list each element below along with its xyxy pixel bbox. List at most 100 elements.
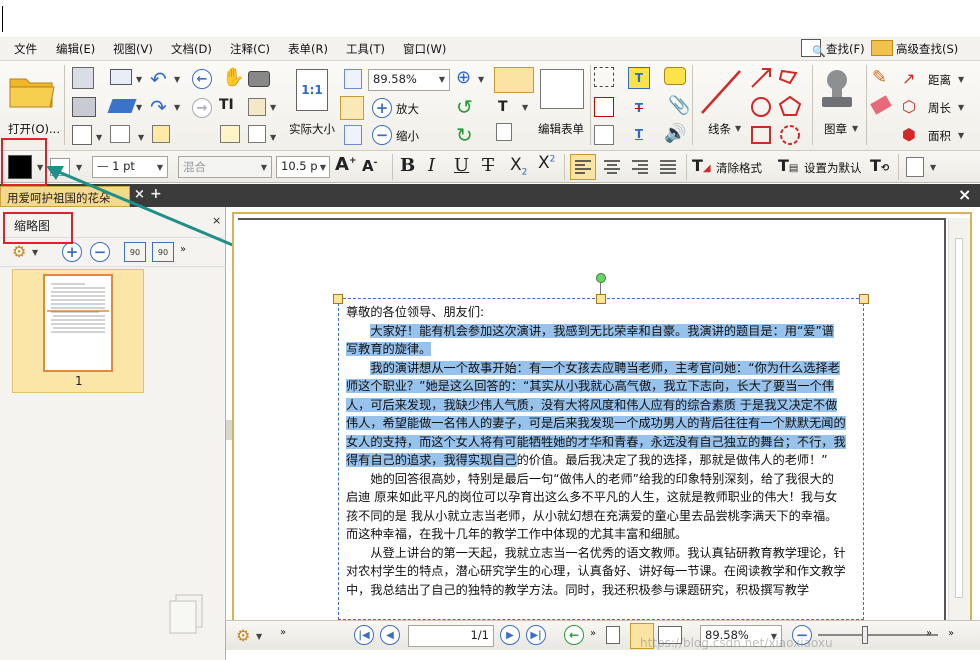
chevron-down-icon[interactable]: ▼ bbox=[270, 103, 276, 112]
menu-comment[interactable]: 注释(C) bbox=[230, 41, 270, 57]
font-size-combo[interactable]: 10.5 p ▼ bbox=[276, 156, 330, 178]
subscript-icon[interactable]: X2 bbox=[510, 155, 527, 177]
chevron-down-icon[interactable]: ▼ bbox=[256, 632, 262, 641]
distance-icon[interactable]: ↗ bbox=[902, 69, 915, 88]
page-thumbnail[interactable] bbox=[43, 274, 113, 372]
gear-icon[interactable]: ⚙ bbox=[12, 242, 26, 261]
stamp-label[interactable]: 图章 bbox=[824, 121, 847, 137]
strikeout-icon[interactable]: T bbox=[628, 97, 650, 119]
menu-form[interactable]: 表单(R) bbox=[288, 41, 328, 57]
forward-nav-icon[interactable]: → bbox=[192, 98, 212, 118]
thumbnail-item[interactable]: 1 bbox=[12, 269, 144, 393]
more-options-icon[interactable]: » bbox=[948, 628, 954, 639]
align-center-icon[interactable] bbox=[600, 155, 624, 179]
menu-view[interactable]: 视图(V) bbox=[113, 41, 153, 57]
zoom-in-icon[interactable]: + bbox=[372, 98, 392, 118]
back-view-icon[interactable]: ← bbox=[564, 625, 584, 645]
gear-icon[interactable]: ⚙ bbox=[236, 626, 250, 645]
more-options-icon[interactable]: » bbox=[590, 628, 596, 639]
last-page-icon[interactable]: ▶| bbox=[526, 625, 546, 645]
undo-icon[interactable]: ↶ bbox=[150, 67, 167, 91]
menu-document[interactable]: 文档(D) bbox=[171, 41, 212, 57]
properties-icon[interactable] bbox=[906, 157, 924, 177]
shape-tools-icon[interactable] bbox=[750, 67, 810, 147]
clear-format-icon[interactable]: T◢ bbox=[692, 156, 711, 175]
next-page-icon[interactable]: ▶ bbox=[500, 625, 520, 645]
increase-font-icon[interactable]: A+ bbox=[335, 154, 356, 175]
new-file-icon[interactable] bbox=[152, 125, 170, 143]
hand-tool-icon[interactable]: ✋ bbox=[222, 67, 244, 88]
chevron-down-icon[interactable]: ▼ bbox=[136, 103, 142, 112]
strikethrough-icon[interactable]: T bbox=[482, 155, 494, 176]
actual-size-label[interactable]: 实际大小 bbox=[289, 121, 335, 137]
underline-icon[interactable]: U bbox=[454, 155, 469, 176]
new-doc-icon[interactable] bbox=[110, 125, 130, 143]
superscript-icon[interactable]: X2 bbox=[538, 153, 555, 173]
scroll-thumb[interactable] bbox=[955, 238, 963, 598]
chevron-down-icon[interactable]: ▼ bbox=[96, 133, 102, 142]
back-nav-icon[interactable]: ← bbox=[192, 69, 212, 89]
edit-content-icon[interactable] bbox=[494, 67, 534, 93]
text-style-icon[interactable]: T⟲ bbox=[870, 156, 889, 175]
resize-handle-tl[interactable] bbox=[333, 294, 343, 304]
perimeter-label[interactable]: 周长 bbox=[928, 100, 951, 116]
underline-annot-icon[interactable]: T bbox=[628, 123, 650, 145]
chevron-down-icon[interactable]: ▼ bbox=[958, 103, 964, 112]
zoom-in-label[interactable]: 放大 bbox=[396, 101, 419, 117]
open-label[interactable]: 打开(O)... bbox=[8, 121, 60, 137]
typewriter-icon[interactable] bbox=[594, 97, 614, 117]
chevron-down-icon[interactable]: ▼ bbox=[930, 163, 936, 172]
area-label[interactable]: 面积 bbox=[928, 128, 951, 144]
actual-size-icon[interactable]: 1:1 bbox=[296, 69, 328, 111]
email-icon[interactable] bbox=[110, 69, 132, 85]
advanced-find-button[interactable]: 高级查找(S) bbox=[896, 41, 958, 57]
chevron-down-icon[interactable]: ▼ bbox=[136, 75, 142, 84]
zoom-magnifier-icon[interactable]: ⊕ bbox=[456, 67, 471, 88]
decrease-font-icon[interactable]: A- bbox=[362, 157, 377, 175]
menu-tools[interactable]: 工具(T) bbox=[346, 41, 385, 57]
chevron-down-icon[interactable]: ▼ bbox=[478, 75, 484, 84]
align-left-icon[interactable] bbox=[570, 154, 596, 180]
extract-page-icon[interactable] bbox=[72, 125, 92, 145]
distance-label[interactable]: 距离 bbox=[928, 72, 951, 88]
edit-form-icon[interactable] bbox=[540, 69, 584, 109]
find-button[interactable]: 查找(F) bbox=[826, 41, 865, 57]
select-annotation-icon[interactable] bbox=[220, 125, 240, 143]
eraser-icon[interactable] bbox=[870, 95, 892, 115]
print-icon[interactable] bbox=[72, 97, 96, 117]
line-label[interactable]: 线条 bbox=[708, 121, 731, 137]
zoom-slider-track[interactable] bbox=[818, 634, 938, 636]
menu-window[interactable]: 窗口(W) bbox=[403, 41, 446, 57]
add-text-icon[interactable]: T bbox=[498, 99, 508, 115]
zoom-combo[interactable]: 89.58% ▼ bbox=[368, 69, 450, 91]
open-folder-icon[interactable] bbox=[8, 71, 56, 109]
snapshot-icon[interactable] bbox=[248, 71, 270, 87]
callout-icon[interactable] bbox=[594, 125, 614, 145]
set-default-icon[interactable]: T▤ bbox=[778, 156, 798, 175]
page-tools-icon[interactable] bbox=[248, 125, 266, 143]
rotate-right-icon[interactable]: ↻ bbox=[456, 123, 473, 147]
zoom-out-icon[interactable]: − bbox=[372, 125, 392, 145]
chevron-down-icon[interactable]: ▼ bbox=[958, 131, 964, 140]
pencil-icon[interactable]: ✎ bbox=[872, 67, 887, 88]
bold-icon[interactable]: B bbox=[400, 155, 415, 176]
chevron-down-icon[interactable]: ▼ bbox=[270, 133, 276, 142]
chevron-down-icon[interactable]: ▼ bbox=[735, 124, 741, 133]
edit-form-label[interactable]: 编辑表单 bbox=[538, 121, 584, 137]
document-text[interactable]: 尊敬的各位领导、朋友们: 大家好！能有机会参加这次演讲，我感到无比荣幸和自豪。我… bbox=[346, 303, 846, 599]
clear-format-button[interactable]: 清除格式 bbox=[716, 160, 762, 176]
menu-edit[interactable]: 编辑(E) bbox=[56, 41, 95, 57]
close-all-icon[interactable]: × bbox=[958, 185, 971, 204]
text-field-icon[interactable] bbox=[594, 67, 614, 87]
prev-page-icon[interactable]: ◀ bbox=[380, 625, 400, 645]
zoom-out-label[interactable]: 缩小 bbox=[396, 128, 419, 144]
chevron-down-icon[interactable]: ▼ bbox=[138, 133, 144, 142]
single-page-icon[interactable] bbox=[606, 626, 620, 644]
align-right-icon[interactable] bbox=[628, 155, 652, 179]
chevron-down-icon[interactable]: ▼ bbox=[174, 75, 180, 84]
highlight-text-icon[interactable]: T bbox=[628, 67, 650, 89]
menu-file[interactable]: 文件 bbox=[14, 41, 37, 57]
select-text-icon[interactable]: TI bbox=[219, 97, 234, 113]
add-image-icon[interactable] bbox=[496, 123, 512, 141]
attach-file-icon[interactable]: 📎 bbox=[668, 95, 690, 116]
